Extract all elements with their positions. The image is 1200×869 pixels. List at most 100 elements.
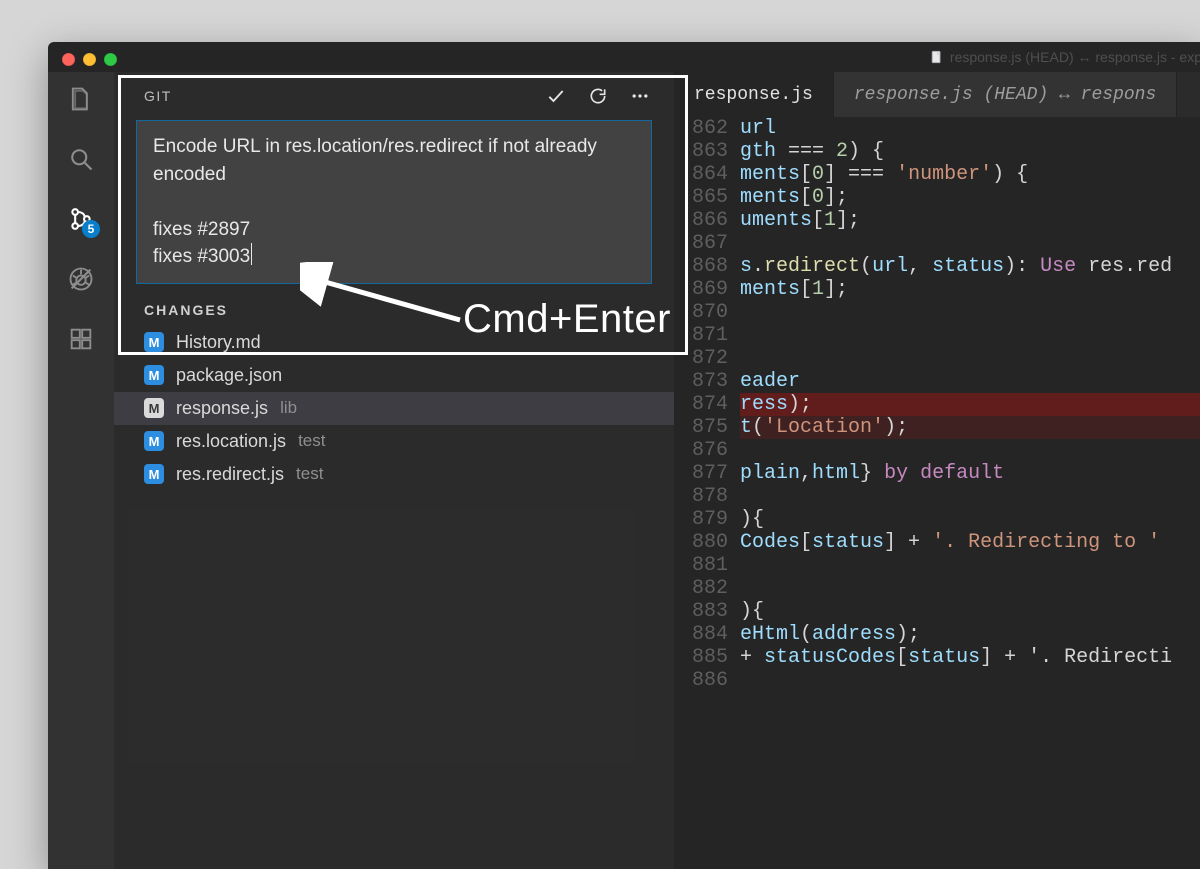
title-bar: response.js (HEAD) ↔ response.js - exp bbox=[48, 42, 1200, 72]
window-zoom-button[interactable] bbox=[104, 53, 117, 66]
code-text: ments[1]; bbox=[740, 278, 1200, 301]
code-line: 879){ bbox=[674, 508, 1200, 531]
change-filename: response.js bbox=[176, 398, 268, 419]
line-number: 864 bbox=[674, 163, 740, 186]
code-line: 884eHtml(address); bbox=[674, 623, 1200, 646]
code-line: 873eader bbox=[674, 370, 1200, 393]
code-line: 868s.redirect(url, status): Use res.red bbox=[674, 255, 1200, 278]
line-number: 869 bbox=[674, 278, 740, 301]
change-row[interactable]: MHistory.md bbox=[114, 326, 674, 359]
code-text bbox=[740, 485, 1200, 508]
line-number: 871 bbox=[674, 324, 740, 347]
change-filename: res.redirect.js bbox=[176, 464, 284, 485]
tab-file[interactable]: response.js bbox=[674, 72, 834, 117]
line-number: 873 bbox=[674, 370, 740, 393]
scm-header: GIT bbox=[114, 72, 674, 114]
code-line: 876 bbox=[674, 439, 1200, 462]
editor-area: response.jsresponse.js (HEAD) ↔ respons … bbox=[674, 72, 1200, 869]
code-text: + statusCodes[status] + '. Redirecti bbox=[740, 646, 1200, 669]
scm-badge: 5 bbox=[82, 220, 100, 238]
line-number: 877 bbox=[674, 462, 740, 485]
commit-icon[interactable] bbox=[546, 86, 566, 106]
code-text: ments[0] === 'number') { bbox=[740, 163, 1200, 186]
tab-label: response.js (HEAD) ↔ respons bbox=[854, 85, 1156, 105]
scm-actions bbox=[546, 86, 650, 106]
code-text: uments[1]; bbox=[740, 209, 1200, 232]
code-text: url bbox=[740, 117, 1200, 140]
tab-label: response.js bbox=[694, 85, 813, 105]
code-text bbox=[740, 577, 1200, 600]
code-line: 875t('Location'); bbox=[674, 416, 1200, 439]
more-icon[interactable] bbox=[630, 86, 650, 106]
line-number: 870 bbox=[674, 301, 740, 324]
commit-message-text: Encode URL in res.location/res.redirect … bbox=[153, 136, 602, 267]
code-text: ){ bbox=[740, 600, 1200, 623]
refresh-icon[interactable] bbox=[588, 86, 608, 106]
code-text bbox=[740, 301, 1200, 324]
line-number: 884 bbox=[674, 623, 740, 646]
code-text: ments[0]; bbox=[740, 186, 1200, 209]
activity-bar: 5 bbox=[48, 72, 114, 869]
change-row[interactable]: Mresponse.js lib bbox=[114, 392, 674, 425]
code-line: 882 bbox=[674, 577, 1200, 600]
line-number: 885 bbox=[674, 646, 740, 669]
code-text: gth === 2) { bbox=[740, 140, 1200, 163]
change-row[interactable]: Mpackage.json bbox=[114, 359, 674, 392]
change-path: test bbox=[298, 431, 325, 451]
changes-list: MHistory.mdMpackage.jsonMresponse.jslibM… bbox=[114, 326, 674, 491]
code-line: 883){ bbox=[674, 600, 1200, 623]
code-line: 874ress); bbox=[674, 393, 1200, 416]
code-text: ress); bbox=[740, 393, 1200, 416]
line-number: 875 bbox=[674, 416, 740, 439]
status-modified-badge: M bbox=[144, 431, 164, 451]
line-number: 881 bbox=[674, 554, 740, 577]
commit-message-input[interactable]: Encode URL in res.location/res.redirect … bbox=[136, 120, 652, 284]
window-close-button[interactable] bbox=[62, 53, 75, 66]
code-text: ){ bbox=[740, 508, 1200, 531]
line-number: 886 bbox=[674, 669, 740, 692]
line-number: 872 bbox=[674, 347, 740, 370]
activity-explorer[interactable] bbox=[64, 82, 98, 116]
code-text: eader bbox=[740, 370, 1200, 393]
change-path: lib bbox=[280, 398, 297, 418]
code-text bbox=[740, 439, 1200, 462]
status-modified-badge: M bbox=[144, 365, 164, 385]
line-number: 874 bbox=[674, 393, 740, 416]
change-row[interactable]: Mres.location.js test bbox=[114, 425, 674, 458]
activity-debug[interactable] bbox=[64, 262, 98, 296]
line-number: 866 bbox=[674, 209, 740, 232]
code-text bbox=[740, 347, 1200, 370]
code-line: 870 bbox=[674, 301, 1200, 324]
code-line: 869ments[1]; bbox=[674, 278, 1200, 301]
line-number: 879 bbox=[674, 508, 740, 531]
scm-panel: GIT Encode URL in res.location/res.redir… bbox=[114, 72, 674, 869]
code-text: Codes[status] + '. Redirecting to ' bbox=[740, 531, 1200, 554]
status-modified-badge: M bbox=[144, 398, 164, 418]
scm-title: GIT bbox=[144, 88, 172, 104]
line-number: 878 bbox=[674, 485, 740, 508]
status-modified-badge: M bbox=[144, 332, 164, 352]
line-number: 863 bbox=[674, 140, 740, 163]
window-minimize-button[interactable] bbox=[83, 53, 96, 66]
change-filename: res.location.js bbox=[176, 431, 286, 452]
status-modified-badge: M bbox=[144, 464, 164, 484]
line-number: 862 bbox=[674, 117, 740, 140]
line-number: 867 bbox=[674, 232, 740, 255]
code-line: 885+ statusCodes[status] + '. Redirecti bbox=[674, 646, 1200, 669]
line-number: 880 bbox=[674, 531, 740, 554]
activity-search[interactable] bbox=[64, 142, 98, 176]
activity-scm[interactable]: 5 bbox=[64, 202, 98, 236]
code-line: 863gth === 2) { bbox=[674, 140, 1200, 163]
code-line: 878 bbox=[674, 485, 1200, 508]
line-number: 865 bbox=[674, 186, 740, 209]
line-number: 876 bbox=[674, 439, 740, 462]
tab-diff[interactable]: response.js (HEAD) ↔ respons bbox=[834, 72, 1177, 117]
code-line: 862url bbox=[674, 117, 1200, 140]
code-line: 871 bbox=[674, 324, 1200, 347]
change-row[interactable]: Mres.redirect.js test bbox=[114, 458, 674, 491]
change-path: test bbox=[296, 464, 323, 484]
code-text: t('Location'); bbox=[740, 416, 1200, 439]
code-view[interactable]: 862url863gth === 2) {864ments[0] === 'nu… bbox=[674, 117, 1200, 869]
activity-extensions[interactable] bbox=[64, 322, 98, 356]
code-line: 865ments[0]; bbox=[674, 186, 1200, 209]
